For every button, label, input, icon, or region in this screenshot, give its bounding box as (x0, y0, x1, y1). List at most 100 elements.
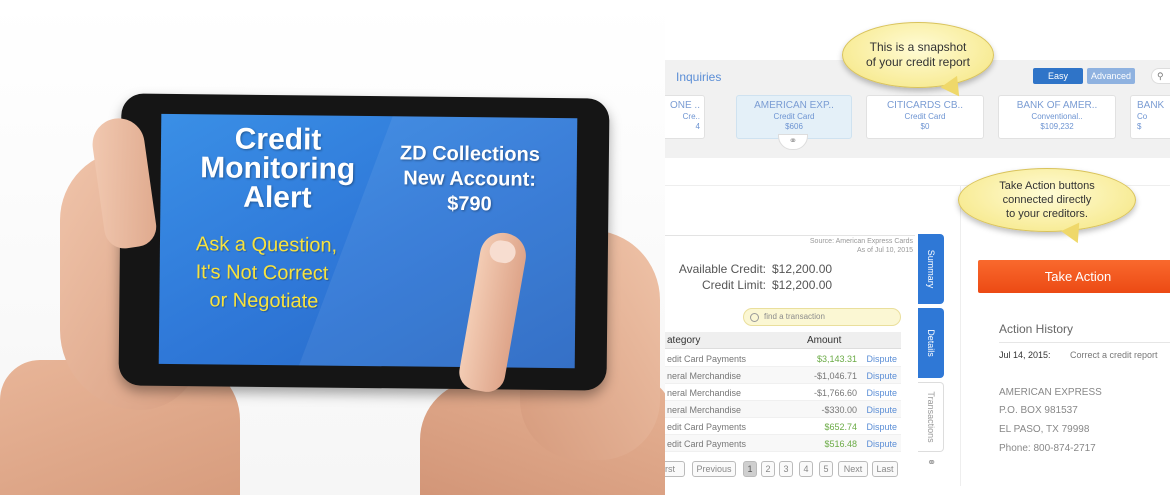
tab-transactions[interactable]: Transactions (918, 382, 944, 452)
option-line: It's Not Correct (195, 261, 329, 285)
dispute-link[interactable]: Dispute (866, 354, 897, 364)
account-name: BANK (1137, 100, 1165, 111)
pager-first[interactable]: rst (665, 461, 685, 477)
transaction-category: edit Card Payments (667, 354, 747, 364)
table-row: neral Merchandise -$1,046.71 Dispute (665, 367, 901, 384)
search-icon[interactable]: ⚲ (1151, 68, 1170, 84)
transaction-category: edit Card Payments (667, 439, 747, 449)
dispute-link[interactable]: Dispute (866, 371, 897, 381)
account-amount: 4 (695, 122, 700, 131)
available-credit-label: Available Credit: (678, 262, 766, 276)
option-line: or Negotiate (209, 289, 319, 313)
alert-line: $790 (447, 192, 492, 216)
callout-line: This is a snapshot (869, 40, 967, 54)
tablet-photo: Credit Monitoring Alert ZD Collections N… (0, 0, 665, 495)
divider (999, 342, 1170, 343)
table-row: neral Merchandise -$1,766.60 Dispute (665, 384, 901, 401)
account-card[interactable]: ONE .. Cre.. 4 (665, 95, 705, 139)
transaction-category: neral Merchandise (667, 371, 742, 381)
pager-page[interactable]: 5 (819, 461, 833, 477)
transaction-amount: $516.48 (824, 439, 857, 449)
link-icon[interactable]: ⚭ (927, 456, 936, 469)
credit-limit-value: $12,200.00 (772, 278, 833, 292)
find-transaction-input[interactable]: find a transaction (743, 308, 901, 326)
dispute-link[interactable]: Dispute (866, 405, 897, 415)
headline-line: Monitoring (200, 151, 356, 186)
tab-summary[interactable]: Summary (918, 234, 944, 304)
table-row: edit Card Payments $3,143.31 Dispute (665, 350, 901, 367)
dispute-link[interactable]: Dispute (866, 388, 897, 398)
history-description[interactable]: Correct a credit report (1070, 350, 1158, 360)
pager-page[interactable]: 2 (761, 461, 775, 477)
account-type: Cre.. (682, 112, 700, 121)
account-amount: $0 (920, 122, 930, 131)
pager-next[interactable]: Next (838, 461, 868, 477)
account-card[interactable]: BANK Co $ (1130, 95, 1170, 139)
snapshot-callout: This is a snapshot of your credit report (842, 22, 994, 88)
pager-page[interactable]: 4 (799, 461, 813, 477)
table-row: edit Card Payments $652.74 Dispute (665, 418, 901, 435)
creditor-phone: Phone: 800-874-2717 (999, 443, 1096, 454)
table-row: neral Merchandise -$330.00 Dispute (665, 401, 901, 418)
account-name: ONE .. (669, 100, 700, 111)
history-date: Jul 14, 2015: (999, 350, 1051, 360)
account-type: Conventional.. (1031, 112, 1083, 121)
take-action-callout: Take Action buttons connected directly t… (958, 168, 1136, 232)
composite-image: Credit Monitoring Alert ZD Collections N… (0, 0, 1170, 495)
inquiries-tab[interactable]: Inquiries (676, 70, 721, 84)
dispute-link[interactable]: Dispute (866, 439, 897, 449)
tab-label: Transactions (925, 391, 936, 443)
transaction-category: neral Merchandise (667, 405, 742, 415)
column-amount[interactable]: Amount (807, 335, 841, 346)
tab-label: Summary (926, 249, 936, 289)
callout-line: to your creditors. (1006, 208, 1088, 220)
pager-last[interactable]: Last (872, 461, 898, 477)
account-card[interactable]: BANK OF AMER.. Conventional.. $109,232 (998, 95, 1116, 139)
account-amount: $606 (785, 122, 803, 131)
creditor-name: AMERICAN EXPRESS (999, 387, 1102, 398)
column-category[interactable]: ategory (667, 335, 700, 346)
source-line: Source: American Express Cards (809, 238, 913, 245)
pager-page[interactable]: 3 (779, 461, 793, 477)
pager-previous[interactable]: Previous (692, 461, 736, 477)
alert-line: New Account: (403, 167, 537, 191)
creditor-city: EL PASO, TX 79998 (999, 424, 1090, 435)
available-credit-value: $12,200.00 (772, 262, 833, 276)
option-line: Ask a Question, (195, 233, 338, 257)
transaction-amount: -$1,046.71 (813, 371, 857, 381)
pager-page[interactable]: 1 (743, 461, 757, 477)
alert-headline: Credit Monitoring Alert (184, 123, 371, 215)
account-card[interactable]: CITICARDS CB.. Credit Card $0 (866, 95, 984, 139)
available-credit: Available Credit: $12,200.00 (665, 262, 850, 276)
creditor-po-box: P.O. BOX 981537 (999, 405, 1078, 416)
source-line: As of Jul 10, 2015 (856, 247, 913, 254)
tab-label: Details (926, 329, 936, 357)
take-action-button[interactable]: Take Action (978, 260, 1170, 293)
account-name: CITICARDS CB.. (886, 100, 964, 111)
alert-line: ZD Collections (399, 142, 541, 166)
callout-line: connected directly (1002, 194, 1092, 206)
account-type: Credit Card (773, 112, 815, 121)
transaction-amount: -$1,766.60 (813, 388, 857, 398)
credit-limit-label: Credit Limit: (701, 278, 766, 292)
headline-line: Alert (243, 180, 312, 215)
transactions-header: ategory Amount (665, 332, 901, 349)
alert-options: Ask a Question, It's Not Correct or Nego… (195, 230, 376, 316)
credit-limit: Credit Limit: $12,200.00 (665, 278, 850, 292)
data-source: Source: American Express Cards As of Jul… (795, 237, 913, 255)
account-name: AMERICAN EXP.. (754, 100, 834, 111)
dispute-link[interactable]: Dispute (866, 422, 897, 432)
advanced-mode-button[interactable]: Advanced (1087, 68, 1135, 84)
account-card-selected[interactable]: AMERICAN EXP.. Credit Card $606 (736, 95, 852, 139)
callout-line: of your credit report (865, 55, 971, 69)
action-history-title: Action History (999, 322, 1074, 336)
transaction-amount: $652.74 (824, 422, 857, 432)
tablet-device: Credit Monitoring Alert ZD Collections N… (118, 93, 610, 391)
account-type: Co (1137, 112, 1148, 121)
account-name: BANK OF AMER.. (1016, 100, 1098, 111)
transaction-category: edit Card Payments (667, 422, 747, 432)
callout-line: Take Action buttons (999, 180, 1095, 192)
easy-mode-button[interactable]: Easy (1033, 68, 1083, 84)
tab-details[interactable]: Details (918, 308, 944, 378)
account-amount: $ (1137, 122, 1142, 131)
